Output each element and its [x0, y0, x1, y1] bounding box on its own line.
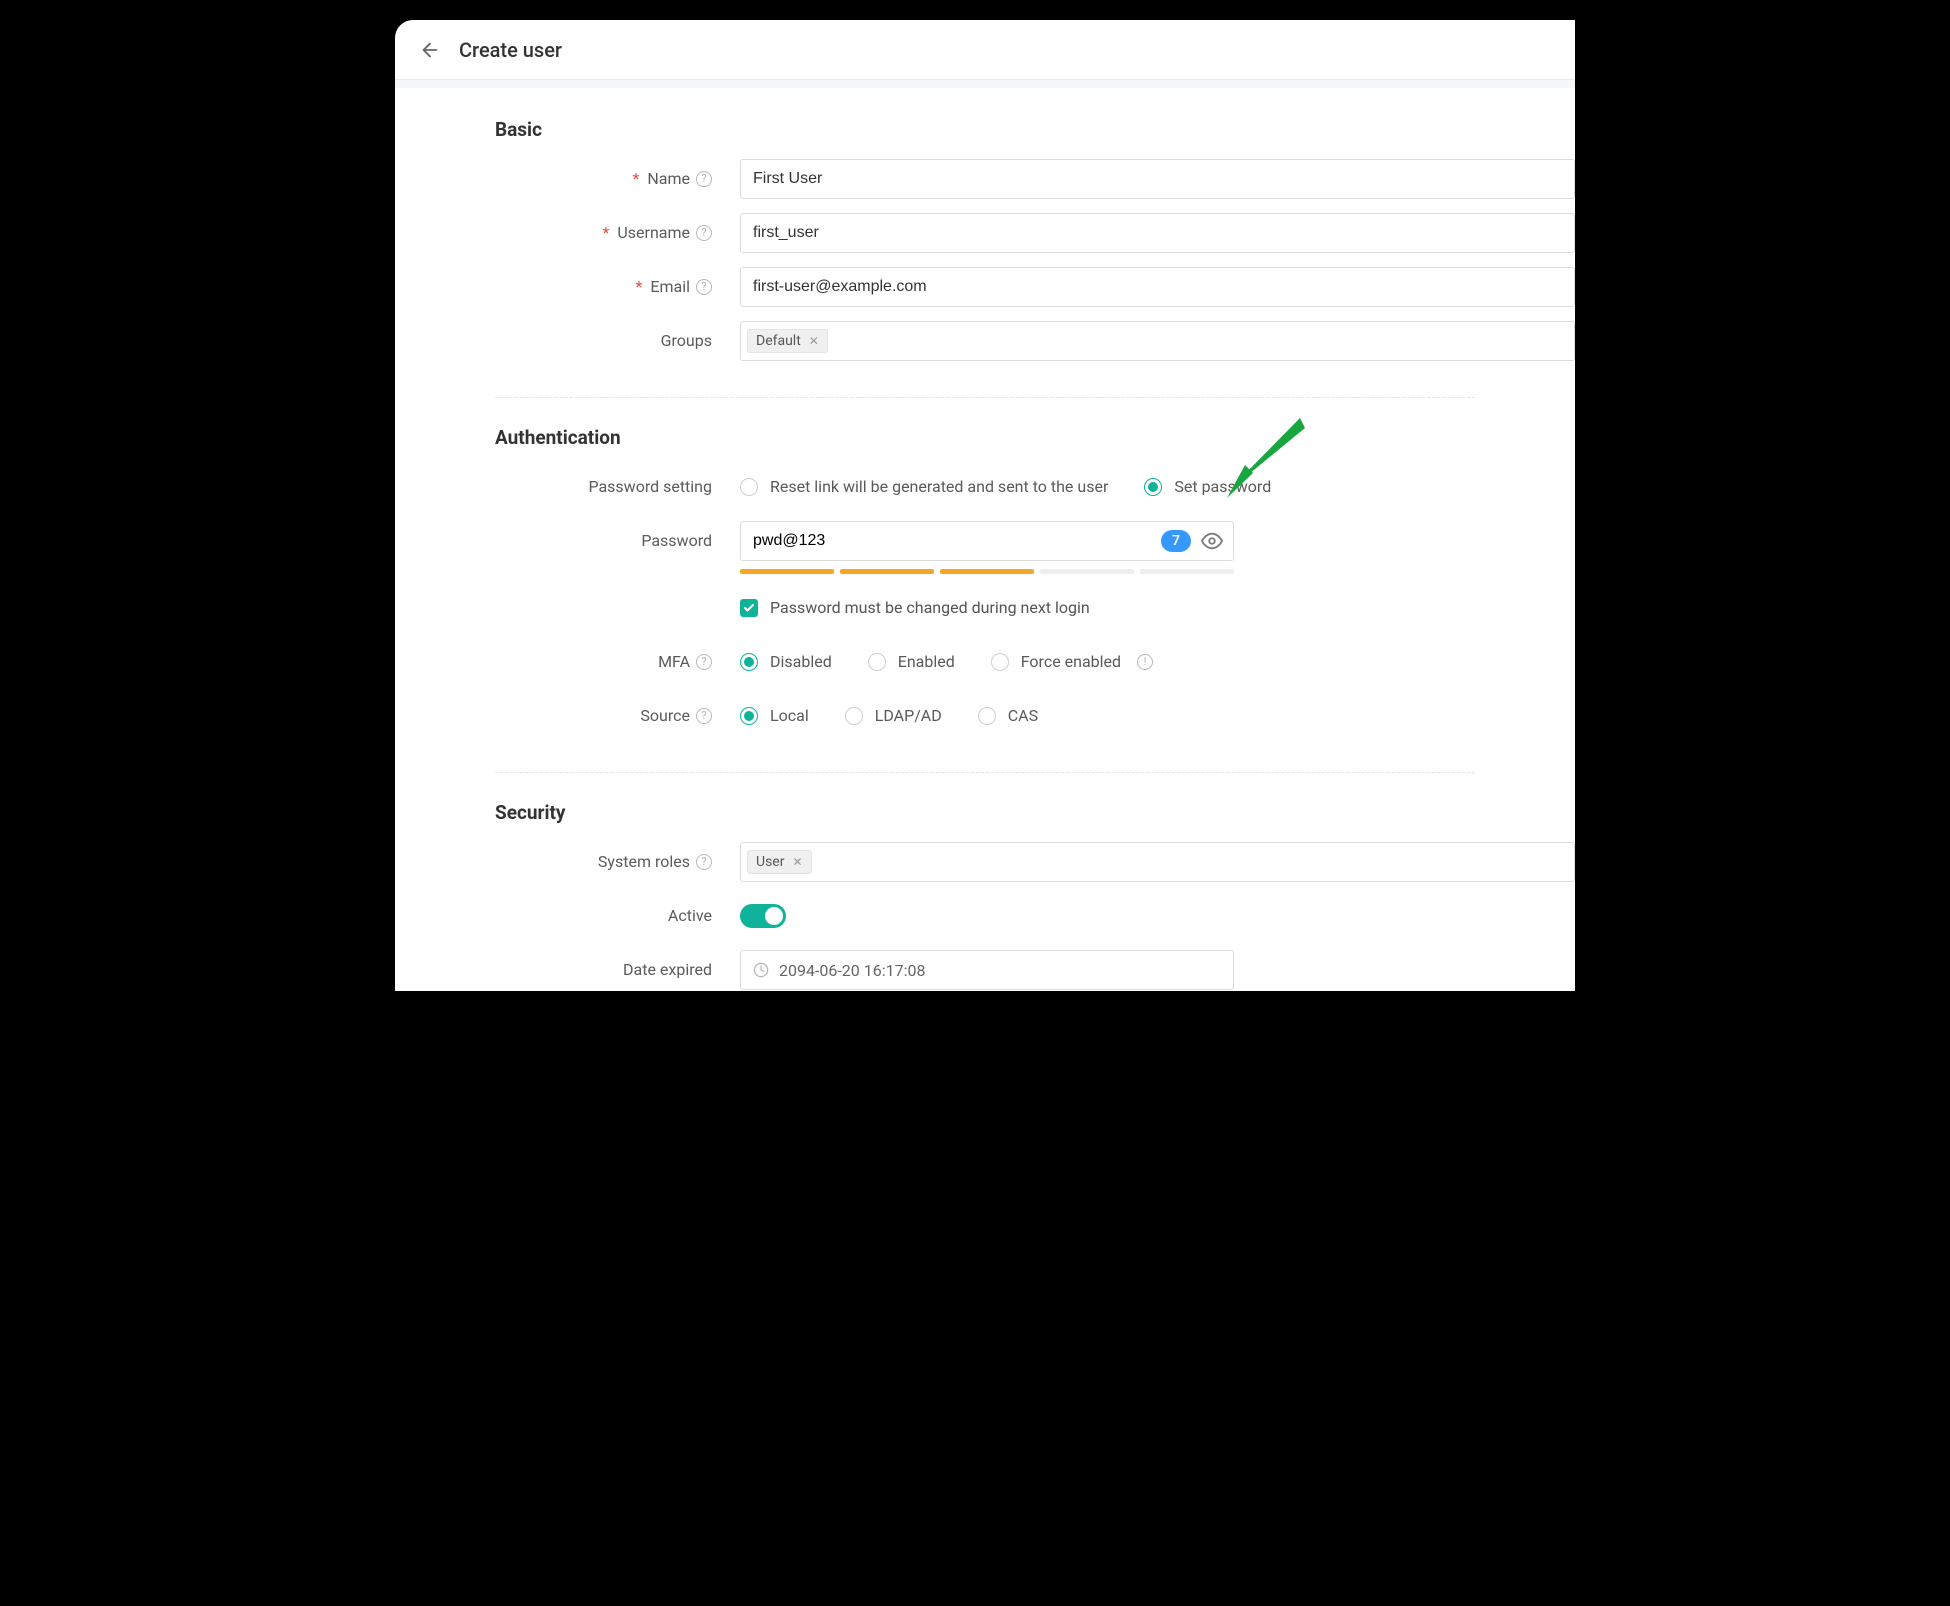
- clock-icon: [753, 962, 769, 978]
- label-password: Password: [395, 521, 740, 561]
- radio-icon: [740, 478, 758, 496]
- section-title-auth: Authentication: [395, 426, 1575, 467]
- required-asterisk: *: [632, 159, 639, 199]
- label-mfa: MFA ?: [395, 642, 740, 682]
- section-basic: Basic * Name ? * Username ?: [395, 118, 1575, 397]
- label-system-roles: System roles ?: [395, 842, 740, 882]
- password-length-badge: 7: [1161, 530, 1191, 552]
- label-name: * Name ?: [395, 159, 740, 199]
- required-asterisk: *: [603, 213, 610, 253]
- label-date-expired: Date expired: [395, 950, 740, 990]
- page-header: Create user: [395, 20, 1575, 80]
- active-switch[interactable]: [740, 904, 786, 928]
- section-authentication: Authentication Password setting Reset li…: [395, 426, 1575, 772]
- back-button[interactable]: [413, 33, 447, 67]
- email-input[interactable]: [740, 267, 1575, 307]
- section-title-security: Security: [395, 801, 1575, 842]
- role-tag: User ✕: [747, 850, 812, 874]
- radio-mfa-enabled[interactable]: Enabled: [868, 642, 955, 682]
- password-strength-meter: [740, 569, 1234, 574]
- section-security: Security System roles ? User ✕: [395, 801, 1575, 991]
- date-expired-picker[interactable]: 2094-06-20 16:17:08: [740, 950, 1234, 990]
- radio-icon: [845, 707, 863, 725]
- radio-icon: [740, 707, 758, 725]
- label-groups: Groups: [395, 321, 740, 361]
- page-title: Create user: [459, 38, 562, 62]
- radio-icon: [978, 707, 996, 725]
- help-icon[interactable]: ?: [696, 708, 712, 724]
- radio-source-ldap[interactable]: LDAP/AD: [845, 696, 942, 736]
- info-icon[interactable]: !: [1137, 654, 1153, 670]
- section-separator: [495, 397, 1475, 398]
- radio-source-local[interactable]: Local: [740, 696, 809, 736]
- section-title-basic: Basic: [395, 118, 1575, 159]
- radio-reset-link[interactable]: Reset link will be generated and sent to…: [740, 467, 1108, 507]
- arrow-left-icon: [419, 39, 441, 61]
- help-icon[interactable]: ?: [696, 225, 712, 241]
- radio-set-password[interactable]: Set password: [1144, 467, 1271, 507]
- required-asterisk: *: [636, 267, 643, 307]
- mfa-radio-group: Disabled Enabled Force enabled !: [740, 642, 1575, 682]
- system-roles-select[interactable]: User ✕: [740, 842, 1575, 882]
- eye-icon[interactable]: [1201, 530, 1223, 552]
- help-icon[interactable]: ?: [696, 854, 712, 870]
- label-email: * Email ?: [395, 267, 740, 307]
- label-source: Source ?: [395, 696, 740, 736]
- username-input[interactable]: [740, 213, 1575, 253]
- password-input-wrap: 7: [740, 521, 1234, 561]
- source-radio-group: Local LDAP/AD CAS: [740, 696, 1575, 736]
- label-active: Active: [395, 896, 740, 936]
- close-icon[interactable]: ✕: [792, 855, 802, 869]
- must-change-password-checkbox[interactable]: Password must be changed during next log…: [740, 588, 1090, 628]
- radio-mfa-disabled[interactable]: Disabled: [740, 642, 832, 682]
- name-input[interactable]: [740, 159, 1575, 199]
- groups-select[interactable]: Default ✕: [740, 321, 1575, 361]
- section-separator: [495, 772, 1475, 773]
- password-input[interactable]: [753, 532, 1151, 550]
- radio-source-cas[interactable]: CAS: [978, 696, 1038, 736]
- help-icon[interactable]: ?: [696, 654, 712, 670]
- help-icon[interactable]: ?: [696, 171, 712, 187]
- password-setting-radio-group: Reset link will be generated and sent to…: [740, 467, 1575, 507]
- checkbox-checked-icon: [740, 599, 758, 617]
- radio-icon: [1144, 478, 1162, 496]
- label-password-setting: Password setting: [395, 467, 740, 507]
- group-tag: Default ✕: [747, 329, 828, 353]
- radio-mfa-force-enabled[interactable]: Force enabled !: [991, 642, 1153, 682]
- radio-icon: [991, 653, 1009, 671]
- label-username: * Username ?: [395, 213, 740, 253]
- close-icon[interactable]: ✕: [809, 334, 819, 348]
- help-icon[interactable]: ?: [696, 279, 712, 295]
- radio-icon: [740, 653, 758, 671]
- date-expired-value: 2094-06-20 16:17:08: [779, 961, 925, 980]
- radio-icon: [868, 653, 886, 671]
